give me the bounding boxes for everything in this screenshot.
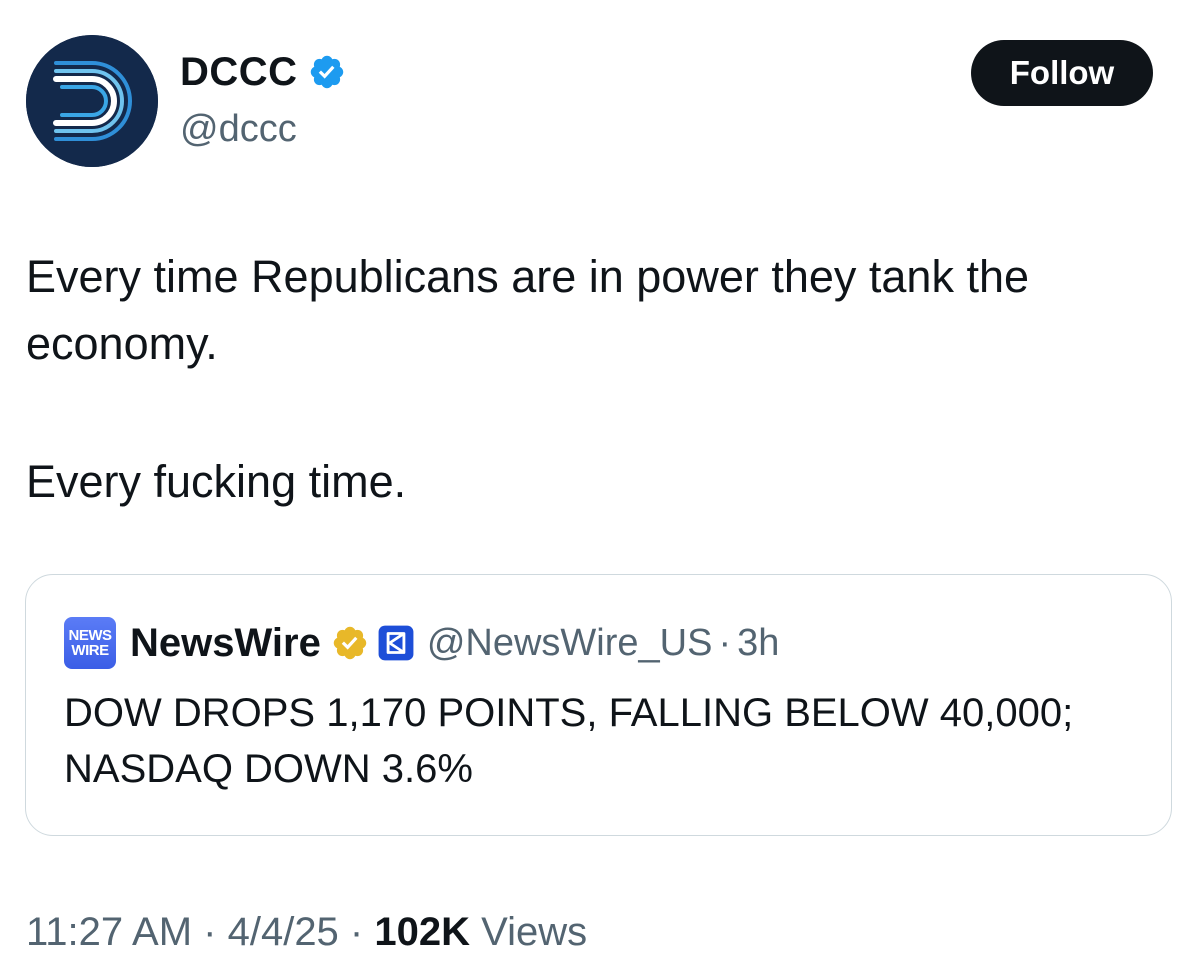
tweet-text: Every time Republicans are in power they… <box>26 243 1176 515</box>
gold-verified-badge-icon <box>333 626 367 660</box>
quoted-tweet-card[interactable]: NEWS WIRE NewsWire @NewsWire_US · 3h DOW… <box>25 574 1172 836</box>
views-label: Views <box>481 910 588 954</box>
quoted-avatar[interactable]: NEWS WIRE <box>64 617 116 669</box>
dccc-logo-icon <box>26 35 158 167</box>
separator-dot: · <box>718 621 732 664</box>
tweet-container: DCCC @dccc Follow Every time Republicans… <box>0 0 1200 977</box>
quoted-avatar-text: NEWS <box>68 627 113 644</box>
separator-dot: · <box>338 910 375 954</box>
quoted-avatar-text: WIRE <box>71 642 109 659</box>
author-name-row: DCCC <box>180 48 346 96</box>
views-count: 102K <box>374 910 470 954</box>
author-handle[interactable]: @dccc <box>180 106 297 152</box>
follow-button[interactable]: Follow <box>971 40 1153 106</box>
tweet-text-paragraph: Every fucking time. <box>26 456 407 507</box>
verified-badge-icon <box>310 55 343 89</box>
quoted-tweet-text: DOW DROPS 1,170 POINTS, FALLING BELOW 40… <box>64 691 1074 791</box>
author-display-name[interactable]: DCCC <box>180 48 298 96</box>
avatar[interactable] <box>26 35 158 167</box>
tweet-date[interactable]: 4/4/25 <box>228 910 339 954</box>
affiliate-logo-icon[interactable] <box>377 624 415 662</box>
tweet-meta: 11:27 AM · 4/4/25 · 102K Views <box>26 904 587 960</box>
quoted-tweet-header: NEWS WIRE NewsWire @NewsWire_US · 3h <box>64 615 779 671</box>
separator-dot: · <box>192 910 228 954</box>
tweet-time[interactable]: 11:27 AM <box>26 910 192 954</box>
quoted-timestamp[interactable]: 3h <box>737 622 779 665</box>
quoted-handle[interactable]: @NewsWire_US <box>427 622 713 665</box>
tweet-text-paragraph: Every time Republicans are in power they… <box>26 251 1030 369</box>
quoted-display-name[interactable]: NewsWire <box>130 621 321 666</box>
